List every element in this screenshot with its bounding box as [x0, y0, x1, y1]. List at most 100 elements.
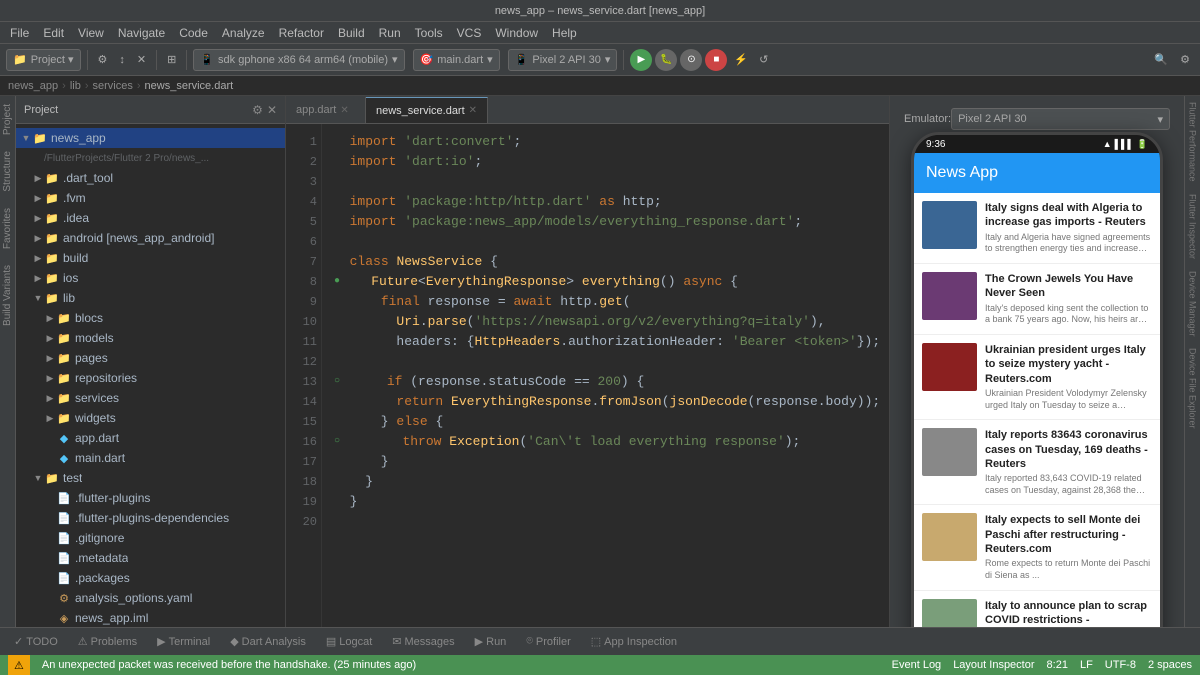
news-item-3[interactable]: Italy reports 83643 coronavirus cases on… [914, 420, 1160, 505]
editor-content: 12345 678910 1112131415 1617181920 impor… [286, 124, 889, 627]
menu-refactor[interactable]: Refactor [273, 24, 330, 42]
tree-build[interactable]: ▶ 📁 build [16, 248, 285, 268]
left-tab-structure[interactable]: Structure [0, 143, 15, 200]
status-layout-inspector[interactable]: Layout Inspector [953, 659, 1034, 671]
panel-close-icon[interactable]: ✕ [267, 103, 277, 117]
tree-lib[interactable]: ▼ 📁 lib [16, 288, 285, 308]
menu-file[interactable]: File [4, 24, 35, 42]
tree-gitignore[interactable]: 📄 .gitignore [16, 528, 285, 548]
menu-build[interactable]: Build [332, 24, 371, 42]
code-line-1: import 'dart:convert'; [334, 132, 881, 152]
test-arrow: ▼ [32, 473, 44, 483]
logcat-label: Logcat [339, 636, 372, 648]
pixel-config-dropdown[interactable]: 📱 Pixel 2 API 30 ▾ [508, 49, 618, 71]
flutter-hot-reload[interactable]: ⚡ [730, 51, 752, 68]
bottom-tab-logcat[interactable]: ▤ Logcat [320, 633, 378, 650]
breadcrumb-services[interactable]: services [93, 80, 133, 92]
tree-analysis-options[interactable]: ⚙ analysis_options.yaml [16, 588, 285, 608]
toolbar-cancel-btn[interactable]: ✕ [133, 51, 150, 68]
toolbar-sync-btn[interactable]: ↕ [115, 52, 129, 68]
run-button[interactable]: ▶ [630, 49, 652, 71]
stop-button[interactable]: ■ [705, 49, 727, 71]
menu-code[interactable]: Code [173, 24, 214, 42]
search-everywhere-btn[interactable]: 🔍 [1150, 51, 1172, 68]
menu-help[interactable]: Help [546, 24, 583, 42]
tree-packages[interactable]: 📄 .packages [16, 568, 285, 588]
panel-settings-icon[interactable]: ⚙ [252, 103, 263, 117]
menu-analyze[interactable]: Analyze [216, 24, 271, 42]
breadcrumb-project[interactable]: news_app [8, 80, 58, 92]
flutter-hot-restart[interactable]: ↺ [755, 51, 772, 68]
code-line-10: Uri.parse('https://newsapi.org/v2/everyt… [334, 312, 881, 332]
bottom-tab-run[interactable]: ▶ Run [469, 633, 513, 650]
bottom-tab-terminal[interactable]: ▶ Terminal [151, 633, 216, 650]
right-tab-device-file[interactable]: Device File Explorer [1186, 342, 1200, 435]
tree-iml[interactable]: ◈ news_app.iml [16, 608, 285, 627]
tree-root[interactable]: ▼ 📁 news_app [16, 128, 285, 148]
toolbar-expand-btn[interactable]: ⊞ [163, 51, 180, 68]
news-content-3: Italy reports 83643 coronavirus cases on… [985, 428, 1152, 496]
bottom-tab-problems[interactable]: ⚠ Problems [72, 633, 143, 650]
tab-news-service[interactable]: news_service.dart ✕ [366, 97, 488, 123]
tree-fvm[interactable]: ▶ 📁 .fvm [16, 188, 285, 208]
menu-navigate[interactable]: Navigate [112, 24, 171, 42]
emulator-dropdown[interactable]: 📱 sdk gphone x86 64 arm64 (mobile) ▾ [193, 49, 404, 71]
tree-main-dart[interactable]: ◆ main.dart [16, 448, 285, 468]
debug-button[interactable]: 🐛 [655, 49, 677, 71]
news-item-1[interactable]: The Crown Jewels You Have Never Seen Ita… [914, 264, 1160, 335]
bottom-tab-messages[interactable]: ✉ Messages [386, 633, 460, 650]
messages-label: Messages [405, 636, 455, 648]
emulator-device-selector[interactable]: Pixel 2 API 30 ▾ [951, 108, 1170, 130]
main-dart-label: main.dart [75, 451, 125, 465]
settings-btn[interactable]: ⚙ [1176, 51, 1194, 68]
tree-ios[interactable]: ▶ 📁 ios [16, 268, 285, 288]
tab-news-service-close[interactable]: ✕ [469, 105, 477, 116]
bottom-tab-profiler[interactable]: ⌾ Profiler [520, 633, 576, 650]
code-area[interactable]: import 'dart:convert'; import 'dart:io';… [322, 124, 889, 627]
bottom-tab-dart-analysis[interactable]: ◆ Dart Analysis [224, 633, 312, 650]
breadcrumb-file[interactable]: news_service.dart [145, 80, 234, 92]
news-item-4[interactable]: Italy expects to sell Monte dei Paschi a… [914, 505, 1160, 590]
project-dropdown[interactable]: 📁 Project ▾ [6, 49, 81, 71]
left-tab-favorites[interactable]: Favorites [0, 200, 15, 257]
tree-widgets[interactable]: ▶ 📁 widgets [16, 408, 285, 428]
menu-edit[interactable]: Edit [37, 24, 70, 42]
right-tab-flutter-inspector[interactable]: Flutter Inspector [1186, 188, 1200, 265]
tree-flutter-plugins[interactable]: 📄 .flutter-plugins [16, 488, 285, 508]
tree-idea[interactable]: ▶ 📁 .idea [16, 208, 285, 228]
tree-dart-tool[interactable]: ▶ 📁 .dart_tool [16, 168, 285, 188]
right-tab-flutter-perf[interactable]: Flutter Performance [1186, 96, 1200, 188]
bottom-tab-app-inspection[interactable]: ⬚ App Inspection [585, 633, 683, 650]
tree-android[interactable]: ▶ 📁 android [news_app_android] [16, 228, 285, 248]
left-tab-build[interactable]: Build Variants [0, 257, 15, 334]
bottom-tab-todo[interactable]: ✓ TODO [8, 633, 64, 650]
menu-tools[interactable]: Tools [409, 24, 449, 42]
code-line-3 [334, 172, 881, 192]
tree-models[interactable]: ▶ 📁 models [16, 328, 285, 348]
news-list[interactable]: Italy signs deal with Algeria to increas… [914, 193, 1160, 627]
right-tab-device-manager[interactable]: Device Manager [1186, 265, 1200, 343]
menu-run[interactable]: Run [373, 24, 407, 42]
news-item-2[interactable]: Ukrainian president urges Italy to seize… [914, 335, 1160, 420]
tree-test[interactable]: ▼ 📁 test [16, 468, 285, 488]
tree-repositories[interactable]: ▶ 📁 repositories [16, 368, 285, 388]
news-item-0[interactable]: Italy signs deal with Algeria to increas… [914, 193, 1160, 264]
news-item-5[interactable]: Italy to announce plan to scrap COVID re… [914, 591, 1160, 627]
left-tab-project[interactable]: Project [0, 96, 15, 143]
breadcrumb-lib[interactable]: lib [70, 80, 81, 92]
tree-services[interactable]: ▶ 📁 services [16, 388, 285, 408]
menu-window[interactable]: Window [489, 24, 544, 42]
toolbar-build-btn[interactable]: ⚙ [94, 51, 112, 68]
tab-app-dart-close[interactable]: ✕ [340, 105, 348, 116]
run-config-dropdown[interactable]: 🎯 main.dart ▾ [413, 49, 500, 71]
tree-app-dart[interactable]: ◆ app.dart [16, 428, 285, 448]
tree-flutter-plugins-dep[interactable]: 📄 .flutter-plugins-dependencies [16, 508, 285, 528]
menu-vcs[interactable]: VCS [451, 24, 488, 42]
status-event-log[interactable]: Event Log [892, 659, 942, 671]
profile-button[interactable]: ⊙ [680, 49, 702, 71]
tab-app-dart[interactable]: app.dart ✕ [286, 97, 366, 123]
tree-metadata[interactable]: 📄 .metadata [16, 548, 285, 568]
menu-view[interactable]: View [72, 24, 110, 42]
tree-blocs[interactable]: ▶ 📁 blocs [16, 308, 285, 328]
tree-pages[interactable]: ▶ 📁 pages [16, 348, 285, 368]
